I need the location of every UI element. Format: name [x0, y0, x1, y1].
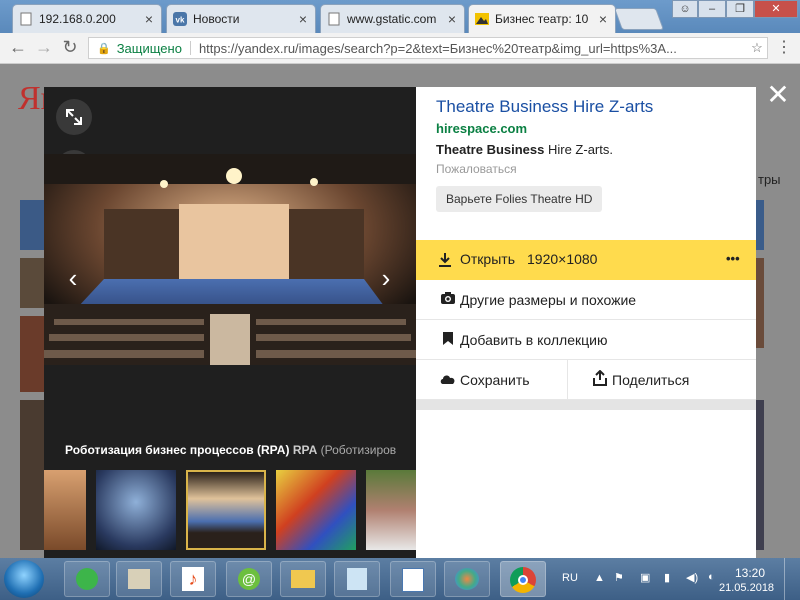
filter-text[interactable]: тры: [758, 172, 781, 187]
background-thumbnail[interactable]: [20, 400, 44, 550]
caption-bold: Роботизация бизнес процессов (RPA): [65, 443, 290, 457]
vk-icon: vk: [173, 12, 187, 26]
page-icon: [328, 12, 340, 26]
next-image-arrow[interactable]: ›: [376, 263, 396, 294]
flag-icon[interactable]: ⚑: [614, 571, 624, 584]
background-thumbnail[interactable]: [20, 316, 44, 392]
app-icon-green[interactable]: [64, 561, 110, 597]
desc-bold: Theatre Business: [436, 142, 545, 157]
divider: [189, 41, 191, 55]
tab-4-active[interactable]: Бизнес театр: 10 ×: [468, 4, 616, 33]
share-label: Поделиться: [612, 371, 690, 388]
thumbnail-dome-theatre[interactable]: [96, 470, 176, 550]
minimize-button[interactable]: –: [698, 0, 726, 18]
camera-search-icon: [436, 291, 460, 308]
save-row[interactable]: Сохранить: [416, 360, 568, 400]
share-icon: [588, 369, 612, 389]
paint-icon[interactable]: [444, 561, 490, 597]
forward-icon[interactable]: →: [34, 37, 54, 57]
close-tab-icon[interactable]: ×: [143, 11, 155, 27]
report-link[interactable]: Пожаловаться: [436, 162, 517, 176]
mail-icon[interactable]: @: [226, 561, 272, 597]
save-label: Сохранить: [460, 371, 530, 388]
background-thumbnail[interactable]: [756, 200, 764, 250]
background-thumbnail[interactable]: [756, 258, 764, 348]
address-bar[interactable]: 🔒 Защищено https://yandex.ru/images/sear…: [88, 37, 768, 59]
open-size: 1920×1080: [527, 251, 598, 267]
domain-link[interactable]: hirespace.com: [436, 121, 527, 136]
panel-divider: [416, 400, 756, 410]
lock-icon: 🔒: [97, 42, 111, 55]
image-description: Theatre Business Hire Z-arts.: [436, 142, 613, 157]
security-label: Защищено: [116, 40, 182, 56]
wordpad-icon[interactable]: [390, 561, 436, 597]
thumbnail-stage-selected[interactable]: [186, 470, 266, 550]
related-tag-button[interactable]: Варьете Folies Theatre HD: [436, 186, 603, 212]
new-tab-button[interactable]: [613, 8, 665, 30]
open-label: Открыть: [460, 251, 515, 267]
tab-2[interactable]: vk Новости ×: [166, 4, 316, 33]
tab-title: www.gstatic.com: [347, 12, 437, 26]
image-caption[interactable]: Роботизация бизнес процессов (RPA) RPA (…: [65, 443, 415, 457]
previous-image-arrow[interactable]: ‹: [63, 263, 83, 294]
close-window-button[interactable]: ✕: [754, 0, 798, 18]
svg-text:vk: vk: [176, 16, 185, 25]
download-icon: [436, 251, 454, 269]
user-icon[interactable]: ☺: [672, 0, 698, 18]
tab-title: Бизнес театр: 10: [495, 12, 589, 26]
folder-icon[interactable]: [280, 561, 326, 597]
other-sizes-row[interactable]: Другие размеры и похожие: [416, 280, 756, 320]
add-collection-label: Добавить в коллекцию: [460, 331, 608, 348]
language-indicator[interactable]: RU: [562, 572, 578, 584]
caption-rest: (Роботизиров: [320, 443, 397, 457]
tab-1[interactable]: 192.168.0.200 ×: [12, 4, 162, 33]
app-icon-document[interactable]: [116, 561, 162, 597]
desc-rest: Hire Z-arts.: [544, 142, 613, 157]
image-icon: [475, 13, 489, 25]
cloud-save-icon: [436, 372, 460, 388]
more-options-icon[interactable]: •••: [726, 251, 740, 266]
clock-date[interactable]: 21.05.2018: [719, 582, 774, 594]
chrome-icon[interactable]: [500, 561, 546, 597]
tab-title: 192.168.0.200: [39, 12, 116, 26]
clock-time[interactable]: 13:20: [735, 566, 765, 580]
main-image-theatre-stage[interactable]: [44, 154, 416, 365]
add-collection-row[interactable]: Добавить в коллекцию: [416, 320, 756, 360]
background-thumbnail[interactable]: [20, 258, 44, 308]
thumbnail-people[interactable]: [366, 470, 416, 550]
bookmark-icon: [436, 331, 460, 349]
close-tab-icon[interactable]: ×: [446, 11, 458, 27]
notepad-icon[interactable]: [334, 561, 380, 597]
fullscreen-icon[interactable]: [56, 99, 92, 135]
tray-app-icon[interactable]: ◐: [708, 571, 715, 583]
bookmark-star-icon[interactable]: ☆: [747, 40, 767, 56]
caption-tag: RPA: [292, 443, 318, 457]
start-button[interactable]: [4, 560, 44, 598]
music-icon[interactable]: ♪: [170, 561, 216, 597]
share-row[interactable]: Поделиться: [568, 360, 756, 400]
reload-icon[interactable]: ↻: [60, 37, 80, 57]
menu-icon[interactable]: ⋮: [774, 37, 794, 59]
volume-icon[interactable]: ◀): [686, 571, 698, 584]
background-thumbnail[interactable]: [756, 400, 764, 550]
thumbnail-concert-hall[interactable]: [44, 470, 86, 550]
show-desktop-button[interactable]: [784, 558, 800, 600]
image-title-link[interactable]: Theatre Business Hire Z-arts: [436, 97, 653, 117]
thumbnail-colorful-hall[interactable]: [276, 470, 356, 550]
close-tab-icon[interactable]: ×: [297, 11, 309, 27]
network-icon[interactable]: ▣: [640, 571, 650, 584]
tab-title: Новости: [193, 12, 240, 26]
page-icon: [20, 12, 32, 26]
close-tab-icon[interactable]: ×: [597, 11, 609, 27]
tab-3[interactable]: www.gstatic.com ×: [320, 4, 465, 33]
back-icon[interactable]: ←: [8, 37, 28, 57]
close-viewer-icon[interactable]: ✕: [766, 81, 790, 109]
url-text[interactable]: https://yandex.ru/images/search?p=2&text…: [199, 41, 747, 56]
battery-icon[interactable]: ▮: [664, 571, 670, 584]
restore-button[interactable]: ❐: [726, 0, 754, 18]
other-sizes-label: Другие размеры и похожие: [460, 291, 637, 308]
show-hidden-icons[interactable]: ▲: [594, 572, 605, 584]
background-thumbnail[interactable]: [20, 200, 44, 250]
